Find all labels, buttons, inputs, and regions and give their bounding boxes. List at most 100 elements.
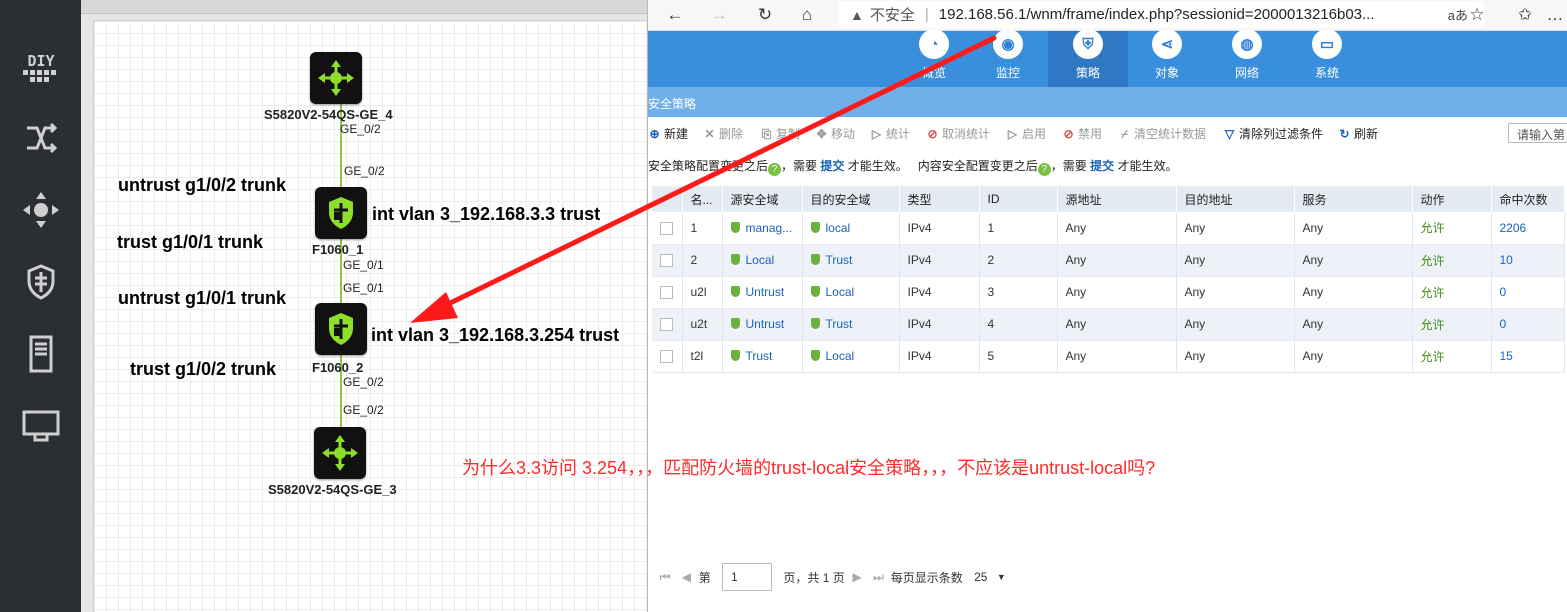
play-icon: ▷ — [1007, 127, 1018, 141]
firewall-device-2[interactable] — [315, 303, 367, 355]
cell-hits[interactable]: 2206 — [1491, 212, 1565, 245]
stats-button[interactable]: ▷ 统计 — [870, 125, 910, 142]
delete-button[interactable]: ✕ 删除 — [703, 125, 743, 142]
cell-hits[interactable]: 0 — [1491, 308, 1565, 341]
cell-hits[interactable]: 15 — [1491, 340, 1565, 373]
nav-tab-system[interactable]: ▭ 系统 — [1287, 29, 1367, 87]
table-row[interactable]: u2l Untrust Local IPv4 3 Any Any Any 允许 … — [652, 276, 1565, 309]
column-header[interactable]: 源地址 — [1057, 186, 1177, 212]
zone-shield-icon — [730, 221, 740, 233]
table-row[interactable]: 2 Local Trust IPv4 2 Any Any Any 允许 10 — [652, 244, 1565, 277]
nav-tab-network[interactable]: ◍ 网络 — [1207, 29, 1287, 87]
clear-filter-button[interactable]: ▽ 清除列过滤条件 — [1223, 125, 1323, 142]
submit-link[interactable]: 提交 — [820, 159, 844, 173]
back-icon[interactable]: ← — [662, 3, 688, 27]
delete-icon: ✕ — [704, 127, 715, 141]
help-icon[interactable]: ? — [768, 163, 782, 176]
row-checkbox[interactable] — [660, 318, 673, 332]
zone-shield-icon — [810, 350, 820, 361]
select-all-header[interactable] — [652, 186, 683, 212]
chevron-down-icon[interactable]: ▼ — [997, 572, 1006, 582]
policy-table: 名... 源安全域 目的安全域 类型 ID 源地址 目的地址 服务 动作 命中次… — [652, 186, 1567, 373]
zone-shield-icon — [810, 254, 820, 265]
table-row[interactable]: t2l Trust Local IPv4 5 Any Any Any 允许 15 — [652, 340, 1565, 373]
cell-id: 3 — [979, 276, 1058, 309]
next-page-icon[interactable]: ▶ — [848, 570, 866, 584]
cell-hits[interactable]: 10 — [1491, 244, 1565, 277]
switch-device-ge4[interactable] — [310, 52, 362, 104]
column-header[interactable]: 目的地址 — [1176, 186, 1295, 212]
cell-dst-zone: local — [825, 220, 851, 235]
server-icon[interactable] — [0, 326, 81, 382]
disable-button[interactable]: ⊘ 禁用 — [1062, 125, 1102, 142]
cell-action: 允许 — [1412, 212, 1492, 245]
enable-button[interactable]: ▷ 启用 — [1006, 125, 1046, 142]
firewall-device-1[interactable] — [315, 187, 367, 239]
router-icon — [318, 60, 354, 96]
per-page-select[interactable]: 25 — [974, 570, 987, 584]
column-header[interactable]: 源安全域 — [722, 186, 803, 212]
reload-icon[interactable]: ↻ — [752, 3, 778, 27]
cell-service: Any — [1294, 340, 1413, 373]
submit-link[interactable]: 提交 — [1090, 159, 1114, 173]
column-header[interactable]: 动作 — [1412, 186, 1492, 212]
column-header[interactable]: 服务 — [1294, 186, 1413, 212]
column-header[interactable]: 类型 — [899, 186, 980, 212]
router-icon[interactable] — [0, 182, 81, 238]
cancel-stats-label: 取消统计 — [942, 127, 991, 141]
nav-tab-monitor[interactable]: ◉ 监控 — [968, 29, 1048, 87]
new-button[interactable]: ⊕ 新建 — [648, 125, 688, 142]
copy-label: 复制 — [776, 127, 801, 141]
column-header[interactable]: 命中次数 — [1491, 186, 1565, 212]
firewall-icon[interactable] — [0, 254, 81, 310]
nav-tab-overview[interactable]: ◔ 概览 — [894, 29, 974, 87]
cell-hits[interactable]: 0 — [1491, 276, 1565, 309]
last-page-icon[interactable]: ⏭ — [869, 570, 887, 585]
cell-dst-addr: Any — [1176, 212, 1295, 245]
move-button[interactable]: ✥ 移动 — [815, 125, 855, 142]
clear-filter-label: 清除列过滤条件 — [1239, 127, 1324, 141]
zone-shield-icon — [730, 350, 740, 361]
new-label: 新建 — [664, 127, 689, 141]
row-checkbox[interactable] — [660, 286, 673, 300]
row-checkbox[interactable] — [660, 350, 673, 364]
cell-type: IPv4 — [899, 308, 980, 341]
refresh-button[interactable]: ↻ 刷新 — [1338, 125, 1378, 142]
row-checkbox[interactable] — [660, 221, 673, 235]
switch-device-ge3[interactable] — [314, 427, 366, 479]
table-row[interactable]: u2t Untrust Trust IPv4 4 Any Any Any 允许 … — [652, 308, 1565, 341]
url-field[interactable]: ▲ 不安全 | 192.168.56.1/wnm/frame/index.php… — [838, 1, 1484, 28]
copy-button[interactable]: ⎘ 复制 — [760, 125, 800, 142]
row-checkbox[interactable] — [660, 254, 673, 268]
forward-icon[interactable]: → — [706, 3, 732, 27]
cell-id: 5 — [979, 340, 1058, 373]
clear-stats-label: 清空统计数据 — [1134, 127, 1207, 141]
monitor-icon[interactable] — [0, 398, 81, 454]
annotation-question: 为什么3.3访问 3.254，，，匹配防火墙的trust-local安全策略，，… — [462, 458, 1156, 478]
monitor-icon: ▭ — [1312, 29, 1342, 59]
no-icon: ⊘ — [1063, 127, 1074, 141]
nav-tab-object[interactable]: ⋖ 对象 — [1127, 29, 1207, 87]
prev-page-icon[interactable]: ◀ — [677, 570, 695, 584]
cell-service: Any — [1294, 244, 1413, 277]
favorites-star-icon[interactable]: ☆ — [1464, 3, 1490, 27]
column-header[interactable]: 名... — [682, 186, 723, 212]
table-row[interactable]: 1 manag... local IPv4 1 Any Any Any 允许 2… — [652, 212, 1565, 245]
page-number-input[interactable]: 1 — [722, 563, 773, 591]
home-icon[interactable]: ⌂ — [794, 3, 820, 27]
column-header[interactable]: ID — [979, 186, 1058, 212]
cell-name: 1 — [682, 212, 723, 245]
diy-icon[interactable]: DIY — [0, 40, 81, 96]
collections-icon[interactable]: ✩ — [1512, 3, 1538, 27]
app-top-nav: ◔ 概览 ◉ 监控 ⛨ 策略 ⋖ 对象 ◍ 网络 ▭ 系统 — [648, 29, 1567, 87]
nav-tab-policy[interactable]: ⛨ 策略 — [1048, 29, 1128, 87]
shield-icon — [329, 313, 353, 345]
more-icon[interactable]: … — [1542, 3, 1567, 27]
switch-icon[interactable] — [0, 110, 81, 166]
column-header[interactable]: 目的安全域 — [802, 186, 900, 212]
search-input[interactable]: 请输入第 — [1508, 123, 1567, 143]
first-page-icon[interactable]: ⏮ — [656, 570, 674, 585]
help-icon[interactable]: ? — [1037, 163, 1051, 176]
cancel-stats-button[interactable]: ⊘ 取消统计 — [926, 125, 990, 142]
clear-stats-button[interactable]: ⌿ 清空统计数据 — [1118, 125, 1206, 142]
